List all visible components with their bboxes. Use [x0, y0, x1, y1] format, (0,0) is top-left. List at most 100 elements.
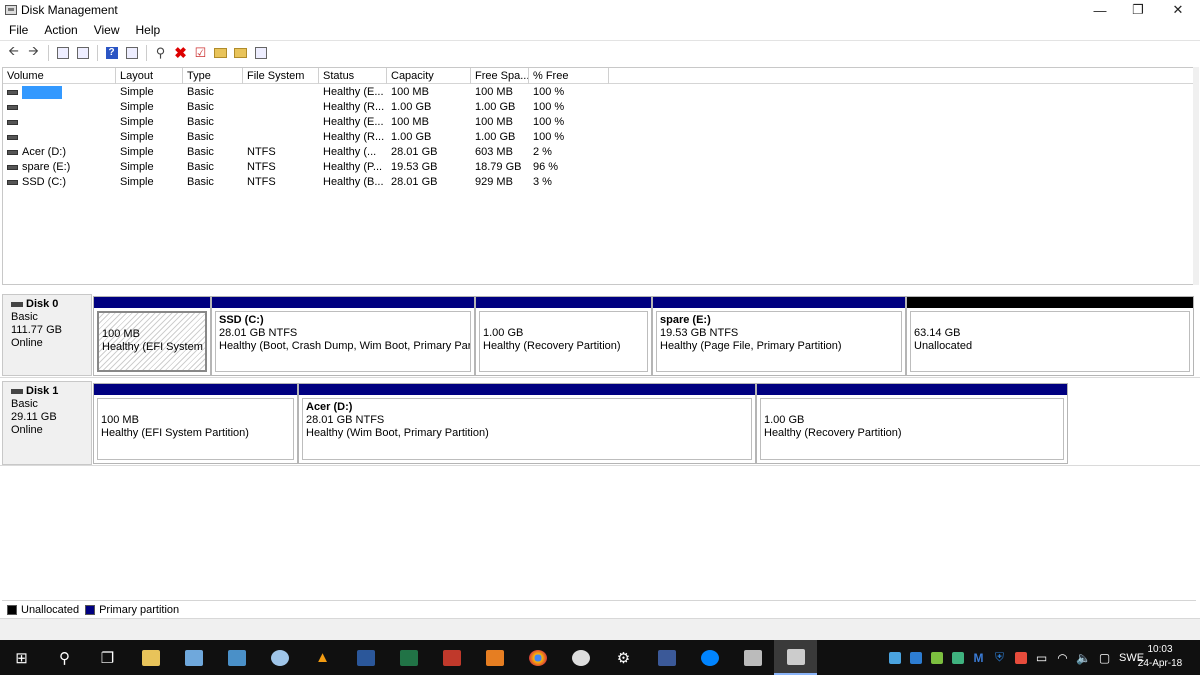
chrome-button[interactable]	[516, 640, 559, 675]
facebook-button[interactable]	[645, 640, 688, 675]
tray-icon-2[interactable]	[905, 640, 926, 675]
disk-0-label[interactable]: Disk 0 Basic 111.77 GB Online	[2, 294, 92, 376]
partition-status: Healthy (Boot, Crash Dump, Wim Boot, Pri…	[219, 340, 471, 352]
cell-percent-free: 2 %	[533, 146, 552, 158]
cell-layout: Simple	[120, 116, 154, 128]
tray-icon-6[interactable]: ⛨	[989, 640, 1010, 675]
start-button[interactable]: ⊞	[0, 640, 43, 675]
media-player-button[interactable]	[473, 640, 516, 675]
pdf-button[interactable]	[430, 640, 473, 675]
messenger-button[interactable]	[688, 640, 731, 675]
battery-button[interactable]: ▭	[1031, 640, 1052, 675]
app-button-4[interactable]	[731, 640, 774, 675]
menu-view[interactable]: View	[86, 23, 128, 37]
cell-file-system	[243, 100, 319, 115]
status-bar	[0, 618, 1200, 640]
forward-button[interactable]: 🡪	[24, 43, 43, 62]
volume-icon	[7, 135, 18, 140]
column-percent-free[interactable]: % Free	[529, 68, 609, 84]
search-folder-button[interactable]	[231, 44, 250, 62]
partition-disk0-spare-e[interactable]: spare (E:) 19.53 GB NTFS Healthy (Page F…	[652, 296, 906, 376]
cell-capacity: 28.01 GB	[391, 146, 438, 158]
partition-status: Unallocated	[914, 340, 973, 352]
show-hide-console-tree-button[interactable]	[53, 44, 72, 62]
cell-layout: Simple	[120, 161, 154, 173]
partition-disk0-ssd-c[interactable]: SSD (C:) 28.01 GB NTFS Healthy (Boot, Cr…	[211, 296, 475, 376]
table-row[interactable]: SSD (C:) Simple Basic NTFS Healthy (B... 28.0…	[3, 175, 1195, 190]
file-explorer-button[interactable]	[129, 640, 172, 675]
cell-type: Basic	[187, 131, 214, 143]
menu-help[interactable]: Help	[128, 23, 169, 37]
network-button[interactable]: ◠	[1052, 640, 1073, 675]
partition-disk0-unallocated[interactable]: 63.14 GB Unallocated	[906, 296, 1194, 376]
menu-action[interactable]: Action	[36, 23, 85, 37]
back-button[interactable]: 🡨	[4, 43, 23, 62]
table-row[interactable]: Simple Basic Healthy (R... 1.00 GB 1.00 GB 10…	[3, 100, 1195, 115]
task-view-button[interactable]: ❐	[86, 640, 129, 675]
cell-free-space: 18.79 GB	[475, 161, 522, 173]
partition-disk0-efi[interactable]: 100 MB Healthy (EFI System Pa	[93, 296, 211, 376]
properties-button[interactable]	[73, 44, 92, 62]
disk-management-taskbar-button[interactable]	[774, 640, 817, 675]
column-capacity[interactable]: Capacity	[387, 68, 471, 84]
list-scrollbar[interactable]	[1193, 67, 1199, 285]
word-button[interactable]	[344, 640, 387, 675]
disk-1-label[interactable]: Disk 1 Basic 29.11 GB Online	[2, 381, 92, 465]
partition-disk1-recovery[interactable]: 1.00 GB Healthy (Recovery Partition)	[756, 383, 1068, 464]
view-button[interactable]	[122, 44, 141, 62]
column-layout[interactable]: Layout	[116, 68, 183, 84]
table-row[interactable]: Simple Basic Healthy (E... 100 MB 100 MB 100 …	[3, 115, 1195, 130]
volume-name: spare (E:)	[22, 161, 71, 173]
help-button[interactable]: ?	[102, 44, 121, 62]
settings-button[interactable]	[251, 44, 270, 62]
partition-disk1-acer-d[interactable]: Acer (D:) 28.01 GB NTFS Healthy (Wim Boo…	[298, 383, 756, 464]
table-row[interactable]: spare (E:) Simple Basic NTFS Healthy (P... 19…	[3, 160, 1195, 175]
app-button-1[interactable]	[172, 640, 215, 675]
close-button[interactable]: ✕	[1156, 0, 1200, 20]
tray-icon-1[interactable]	[884, 640, 905, 675]
settings-button[interactable]: ⚙	[602, 640, 645, 675]
table-row[interactable]: Acer (D:) Simple Basic NTFS Healthy (... 28.0…	[3, 145, 1195, 160]
app-button-2[interactable]	[215, 640, 258, 675]
column-file-system[interactable]: File System	[243, 68, 319, 84]
table-row[interactable]: Simple Basic Healthy (E... 100 MB 100 MB 100 …	[3, 85, 1195, 100]
search-button[interactable]: ⚲	[43, 640, 86, 675]
column-type[interactable]: Type	[183, 68, 243, 84]
volume-icon	[7, 90, 18, 95]
partition-status: Healthy (Recovery Partition)	[483, 340, 621, 352]
connect-button[interactable]: ⚲	[151, 44, 170, 62]
tray-icon-7[interactable]	[1010, 640, 1031, 675]
menu-file[interactable]: File	[0, 23, 36, 37]
partition-size: 100 MB	[102, 328, 140, 340]
vlc-button[interactable]: ▲	[301, 640, 344, 675]
column-volume[interactable]: Volume	[3, 68, 116, 84]
volume-button[interactable]: 🔈	[1073, 640, 1094, 675]
facebook-icon	[657, 649, 676, 666]
paint-button[interactable]	[258, 640, 301, 675]
tray-icon-4[interactable]	[947, 640, 968, 675]
check-button[interactable]: ☑	[191, 44, 210, 62]
clock-date: 24-Apr-18	[1137, 658, 1183, 669]
cell-layout: Simple	[120, 101, 154, 113]
tray-icon-3[interactable]	[926, 640, 947, 675]
delete-button[interactable]: ✖	[171, 44, 190, 62]
tray-icon-5[interactable]: M	[968, 640, 989, 675]
table-row[interactable]: Simple Basic Healthy (R... 1.00 GB 1.00 GB 10…	[3, 130, 1195, 145]
column-status[interactable]: Status	[319, 68, 387, 84]
open-folder-button[interactable]	[211, 44, 230, 62]
cell-status: Healthy (E...	[323, 86, 384, 98]
partition-disk1-efi[interactable]: 100 MB Healthy (EFI System Partition)	[93, 383, 298, 464]
windows-logo-icon: ⊞	[15, 649, 28, 667]
column-free-space[interactable]: Free Spa...	[471, 68, 529, 84]
maximize-button[interactable]: ❐	[1116, 0, 1160, 20]
volume-list[interactable]: Volume Layout Type File System Status Ca…	[2, 67, 1196, 285]
clock[interactable]: 10:03 24-Apr-18	[1130, 643, 1190, 671]
cell-status: Healthy (E...	[323, 116, 384, 128]
cell-free-space: 1.00 GB	[475, 131, 516, 143]
app-button-3[interactable]	[559, 640, 602, 675]
partition-disk0-recovery[interactable]: 1.00 GB Healthy (Recovery Partition)	[475, 296, 652, 376]
partition-status: Healthy (Page File, Primary Partition)	[660, 340, 842, 352]
excel-button[interactable]	[387, 640, 430, 675]
notification-button[interactable]: ▢	[1094, 640, 1115, 675]
volume-list-header: Volume Layout Type File System Status Ca…	[3, 68, 1195, 84]
